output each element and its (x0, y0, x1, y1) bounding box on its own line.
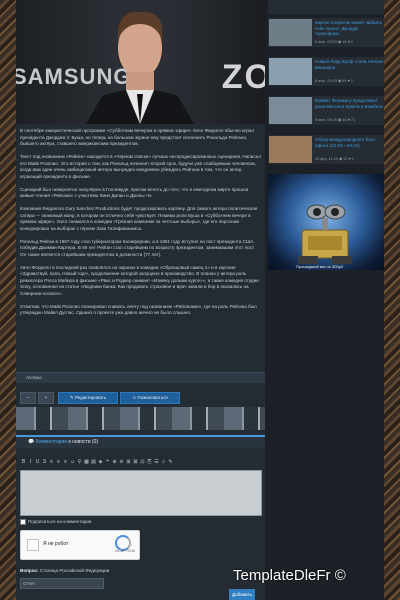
comments-header: 💬 Комментарии к новости (0) (16, 435, 265, 448)
question-text: Столица Российской Федерации (39, 568, 110, 573)
news-thumbnail (269, 136, 312, 163)
align-right-tool[interactable]: ≡ (62, 459, 69, 465)
sidebar: Картон Скорсезе может забрать себе проек… (268, 0, 384, 600)
article-paragraph: Сценарий был невероятно популярен в Голл… (20, 186, 249, 199)
editor-toolbar: B I U S ≡ ≡ ≡ ☺ ⚲ ▦ ▤ ◈ ❝ ⊕ ⊘ ⊞ ⊠ ⊡ ⎘ ☰ ♫ ✎ (20, 459, 260, 467)
list-icon[interactable]: ▤ (90, 459, 97, 465)
news-thumbnail (269, 58, 312, 85)
bold-tool[interactable]: B (20, 459, 27, 465)
article-paragraph: Текст под названием «Рейган» находится в… (20, 153, 261, 179)
complain-button[interactable]: ⚠ Пожаловаться (120, 392, 180, 404)
main-content: SAMSUNG ZO В сентябре юмористической про… (16, 0, 265, 600)
article-paragraph: В сентябре юмористической программе «Суб… (20, 128, 254, 147)
news-title[interactable]: Картон Скорсезе может забрать себе проек… (315, 20, 383, 37)
recaptcha-brand: reCAPTCHA (115, 549, 135, 553)
media-icon[interactable]: ⊡ (139, 459, 146, 465)
captcha-checkbox[interactable] (27, 539, 39, 551)
align-left-tool[interactable]: ≡ (48, 459, 55, 465)
comments-heading-prefix: Комментарии (35, 439, 68, 445)
code-icon[interactable]: ⊠ (132, 459, 139, 465)
promo-banner[interactable]: Прошедший мы по 300р2 (268, 174, 384, 270)
strike-tool[interactable]: S (41, 459, 48, 465)
image-icon[interactable]: ▦ (83, 459, 90, 465)
answer-input[interactable]: Ответ (20, 578, 104, 589)
sidebar-news-item[interactable]: Обзор международного бокс-офиса (22.04—2… (268, 135, 384, 164)
comments-heading-suffix: к новости (0) (68, 439, 99, 445)
article-hero-image: SAMSUNG ZO (16, 0, 265, 124)
subscribe-label: Подписаться на комментарии (28, 519, 92, 525)
decorative-left-border (0, 0, 16, 600)
complain-label: Пожаловаться (137, 395, 168, 400)
subscribe-option[interactable]: Подписаться на комментарии (20, 519, 92, 525)
article-paragraph: Рональд Рейган в 1967 году стал губернат… (20, 238, 255, 257)
article-paragraph: Уилл Феррелл в последний раз появлялся н… (20, 264, 259, 297)
actors-bar: Актеры: (16, 372, 265, 383)
actors-label: Актеры: (26, 375, 43, 380)
submit-comment-button[interactable]: Добавить (229, 589, 255, 600)
security-question: Вопрос: Столица Российской Федерации (20, 568, 109, 573)
copy-icon[interactable]: ⎘ (146, 459, 153, 465)
italic-tool[interactable]: I (27, 459, 34, 465)
news-meta: 8 июл, 09:23 ◉ 18 ♥ 0 (315, 40, 354, 44)
article-paragraph: Отметим, что Майк Розолио планировал сни… (20, 303, 257, 316)
sidebar-news-item[interactable]: Новый Лорд Кроф стала Алисия Викандер 8 … (268, 57, 384, 86)
watermark: TemplateDleFr © (233, 567, 346, 584)
align-center-tool[interactable]: ≡ (55, 459, 62, 465)
article-paragraph: Компания Феррелла Gary Sanchez Productio… (20, 205, 258, 231)
recaptcha-widget: Я не робот reCAPTCHA (20, 530, 140, 560)
subscribe-checkbox[interactable] (20, 519, 26, 525)
underline-tool[interactable]: U (34, 459, 41, 465)
sidebar-top-item[interactable] (268, 0, 384, 14)
quote-icon[interactable]: ❝ (104, 459, 111, 465)
news-title[interactable]: Вомбат Феникису продолжает роли Миссиса … (315, 98, 383, 109)
edit-label: Редактировать (74, 395, 107, 400)
news-title[interactable]: Обзор международного бокс-офиса (22.04—2… (315, 137, 383, 148)
menu-icon[interactable]: ☰ (153, 459, 160, 465)
link-icon[interactable]: ⚲ (76, 459, 83, 465)
rating-minus-button[interactable]: – (20, 392, 36, 404)
news-meta: 8 июл, 09:13 ◉ 89 ♥ 1 (315, 79, 354, 83)
promo-caption: Прошедший мы по 300р2 (296, 264, 344, 269)
news-thumbnail (269, 19, 312, 46)
music-icon[interactable]: ♫ (160, 459, 167, 465)
table-icon[interactable]: ⊞ (125, 459, 132, 465)
related-thumbnails-strip[interactable] (16, 407, 265, 430)
edit-button[interactable]: ✎ Редактировать (58, 392, 118, 404)
news-meta: 26 апр, 11:29 ◉ 12 ♥ 1 (315, 157, 355, 161)
person-photo (86, 11, 194, 124)
sidebar-news-item[interactable]: Вомбат Феникису продолжает роли Миссиса … (268, 96, 384, 125)
news-title[interactable]: Новый Лорд Кроф стала Алисия Викандер (315, 59, 383, 70)
news-meta: 8 июл, 09:26 ◉ 66 ♥ 71 (315, 118, 356, 122)
comment-textarea[interactable] (20, 470, 262, 516)
sidebar-news-item[interactable]: Картон Скорсезе может забрать себе проек… (268, 18, 384, 47)
comments-icon: 💬 (28, 439, 36, 445)
question-label: Вопрос: (20, 568, 39, 573)
news-thumbnail (269, 97, 312, 124)
pencil-icon[interactable]: ✎ (167, 459, 174, 465)
decorative-right-border (384, 0, 400, 600)
robot-illustration (298, 204, 352, 264)
hide-icon[interactable]: ⊘ (118, 459, 125, 465)
spoiler-icon[interactable]: ◈ (97, 459, 104, 465)
rating-plus-button[interactable]: + (38, 392, 54, 404)
insert-icon[interactable]: ⊕ (111, 459, 118, 465)
article-body: В сентябре юмористической программе «Суб… (20, 128, 262, 323)
smiley-icon[interactable]: ☺ (69, 459, 76, 465)
captcha-label: Я не робот (43, 541, 69, 547)
